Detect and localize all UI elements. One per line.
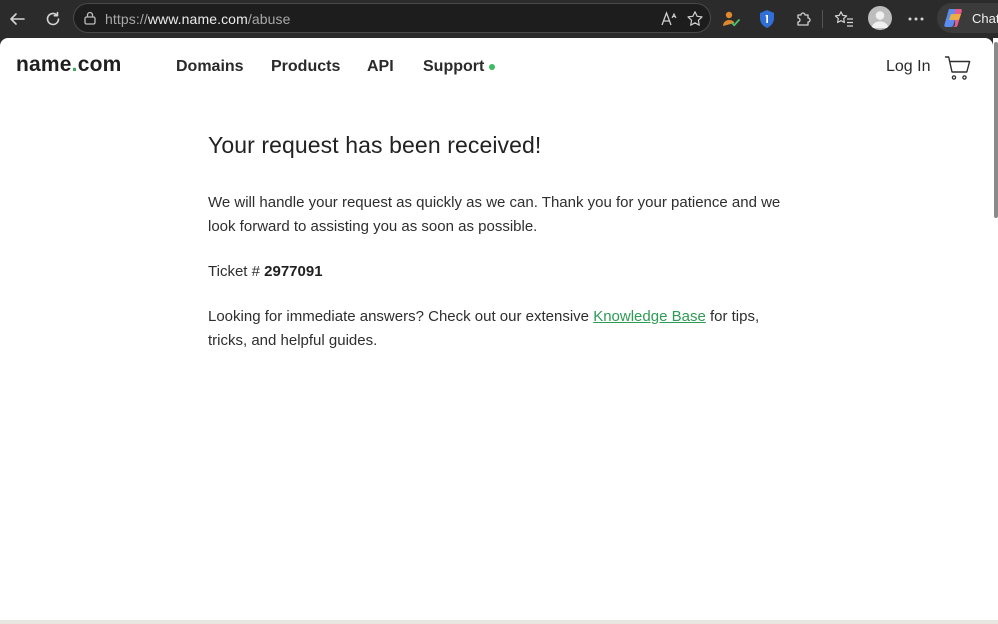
page-scrollbar[interactable] xyxy=(993,38,998,624)
logo-text-com: com xyxy=(77,53,122,76)
login-link[interactable]: Log In xyxy=(886,58,930,76)
ticket-line: Ticket # 2977091 xyxy=(208,260,808,284)
confirmation-message: We will handle your request as quickly a… xyxy=(208,194,781,235)
nav-support[interactable]: Support xyxy=(423,58,484,76)
lock-icon[interactable] xyxy=(82,10,98,31)
extensions-puzzle-icon[interactable] xyxy=(790,6,816,32)
logo-text-name: name xyxy=(16,53,72,76)
window-bottom-edge xyxy=(0,620,998,624)
site-logo[interactable]: name.com xyxy=(16,53,122,77)
back-arrow-icon[interactable] xyxy=(4,6,30,32)
user-avatar[interactable] xyxy=(868,6,892,30)
more-options-icon[interactable] xyxy=(903,6,929,32)
ticket-label: Ticket # xyxy=(208,263,265,280)
nav-products[interactable]: Products xyxy=(271,58,340,76)
help-message: Looking for immediate answers? Check out… xyxy=(208,305,768,353)
nav-domains[interactable]: Domains xyxy=(176,58,244,76)
chat-label: Chat xyxy=(972,10,998,26)
address-bar[interactable]: https://www.name.com/abuse xyxy=(73,3,711,33)
profile-check-icon[interactable] xyxy=(718,6,744,32)
help-text-before: Looking for immediate answers? Check out… xyxy=(208,308,594,325)
refresh-icon[interactable] xyxy=(40,6,66,32)
ticket-number: 2977091 xyxy=(264,263,323,280)
shield-extension-icon[interactable] xyxy=(754,6,780,32)
read-aloud-icon[interactable] xyxy=(659,8,681,30)
url-text: https://www.name.com/abuse xyxy=(105,11,291,27)
avatar-person-icon xyxy=(871,11,889,28)
support-status-dot xyxy=(489,64,495,70)
favorite-star-icon[interactable] xyxy=(684,8,706,30)
browser-toolbar: https://www.name.com/abuse Chat xyxy=(0,0,998,38)
copilot-icon xyxy=(944,9,962,27)
knowledge-base-link[interactable]: Knowledge Base xyxy=(593,308,706,325)
shopping-cart-icon[interactable] xyxy=(944,55,972,86)
page-title: Your request has been received! xyxy=(208,132,542,158)
favorites-list-icon[interactable] xyxy=(831,6,857,32)
web-page: name.com Domains Products API Support Lo… xyxy=(0,38,993,620)
copilot-chat-button[interactable]: Chat xyxy=(937,3,998,33)
nav-api[interactable]: API xyxy=(367,58,394,76)
scrollbar-thumb[interactable] xyxy=(994,42,998,218)
confirmation-section: Your request has been received! We will … xyxy=(208,132,808,353)
toolbar-divider xyxy=(822,10,823,28)
